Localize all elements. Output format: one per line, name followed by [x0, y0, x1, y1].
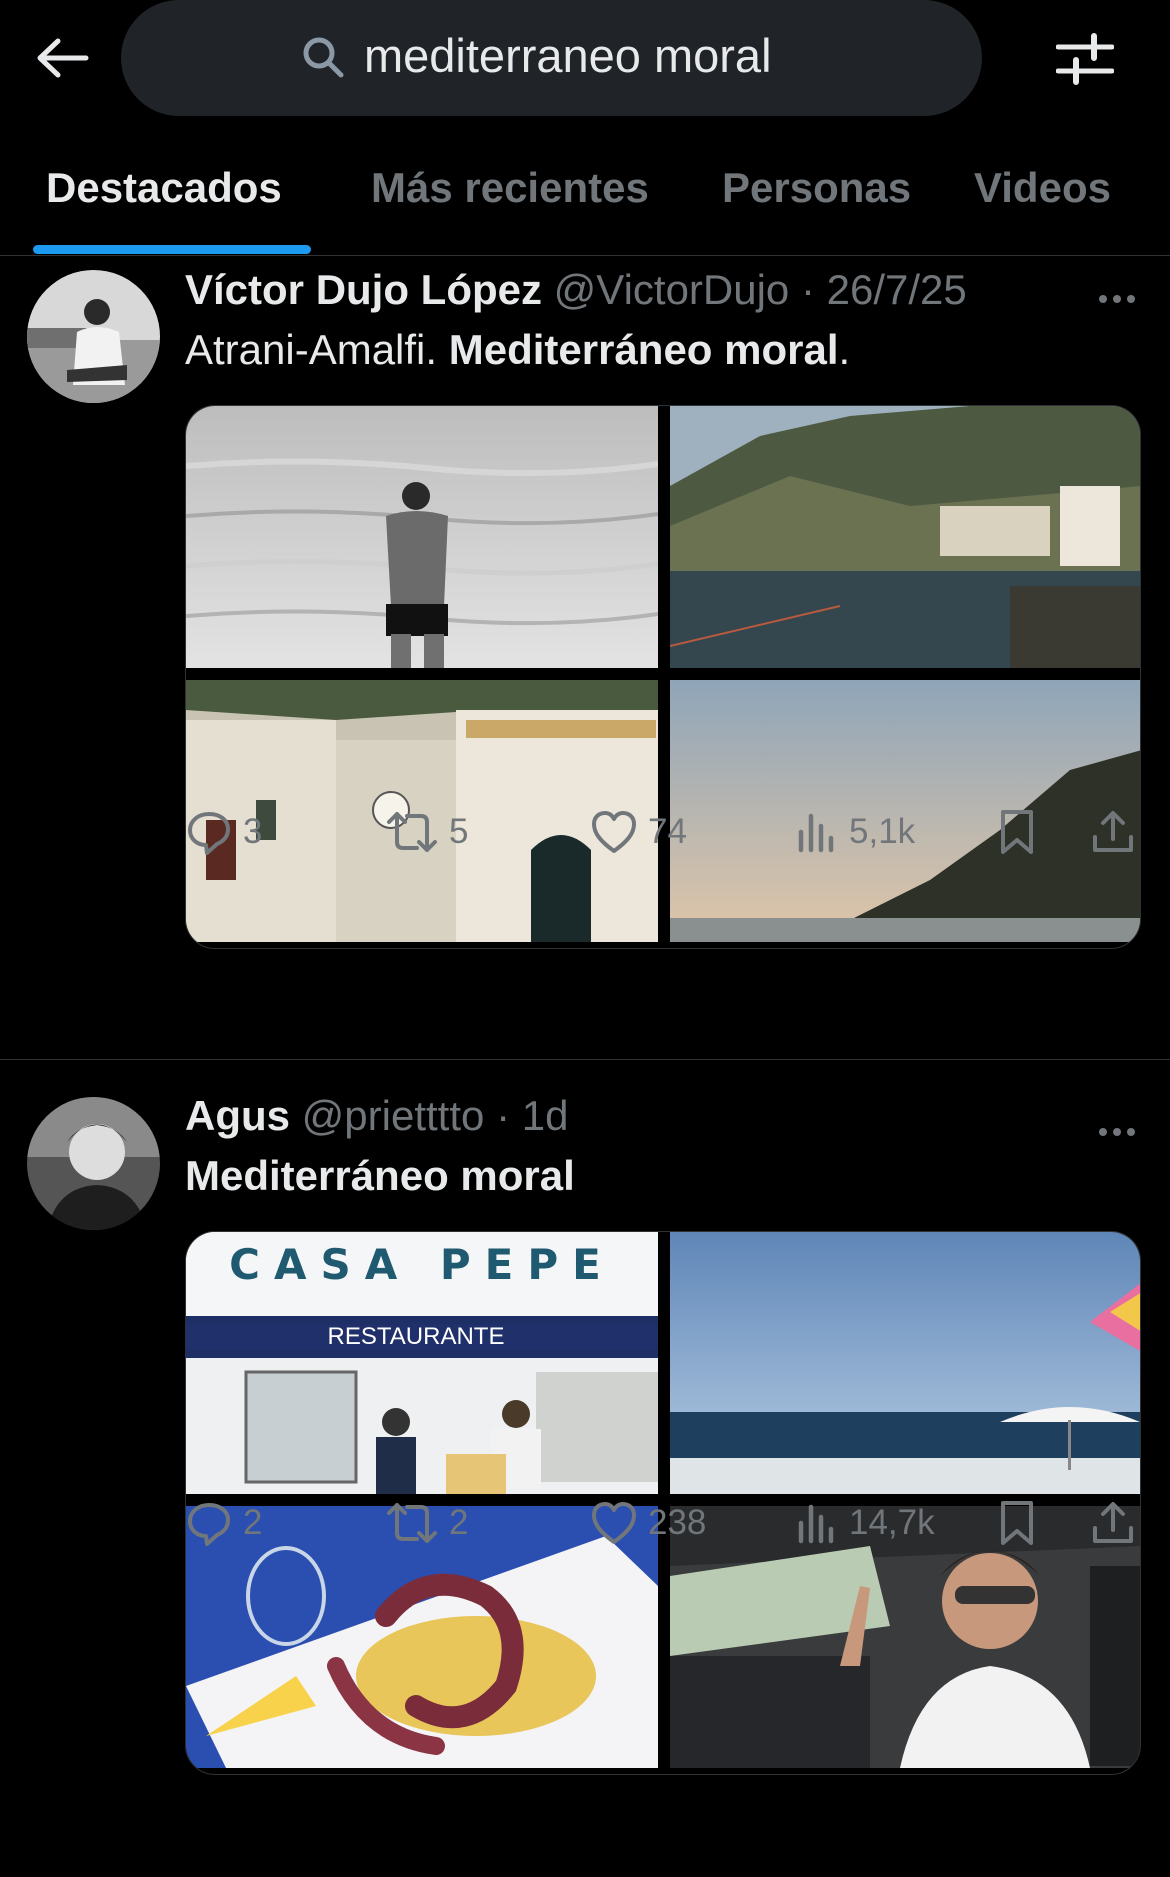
like-icon — [592, 811, 636, 853]
bookmark-icon — [1001, 810, 1033, 854]
more-dot — [1127, 1128, 1135, 1136]
tweet-header: Agus @prietttto · 1d — [185, 1092, 568, 1140]
like-button[interactable]: 238 — [590, 1493, 706, 1553]
back-button[interactable] — [28, 28, 96, 88]
tab-personas[interactable]: Personas — [722, 164, 911, 212]
like-button[interactable]: 74 — [590, 802, 687, 862]
tweet-media-grid — [185, 405, 1141, 949]
filter-sliders-icon — [1056, 33, 1114, 85]
more-options-button[interactable] — [1090, 284, 1144, 314]
handle[interactable]: @VictorDujo — [554, 266, 790, 313]
tab-destacados[interactable]: Destacados — [46, 164, 282, 212]
avatar[interactable] — [27, 1097, 160, 1230]
views-icon — [798, 1504, 834, 1544]
more-dot — [1127, 295, 1135, 303]
tweet-text-highlight: Mediterráneo moral — [448, 326, 839, 373]
repost-button[interactable]: 5 — [385, 802, 468, 862]
tweet[interactable]: Agus @prietttto · 1d Mediterráneo moral … — [0, 1061, 1170, 1877]
like-icon — [592, 1502, 636, 1544]
media-photo-beach[interactable] — [670, 1232, 1140, 1494]
repost-count: 2 — [449, 1503, 469, 1542]
tweet-date[interactable]: 1d — [522, 1092, 569, 1139]
active-tab-indicator — [33, 245, 311, 254]
avatar[interactable] — [27, 270, 160, 403]
reply-button[interactable]: 3 — [185, 802, 262, 862]
share-icon — [1093, 811, 1133, 852]
more-dot — [1113, 1128, 1121, 1136]
media-photo-swimmer[interactable] — [186, 406, 658, 668]
tweet-actions: 2 2 238 14,7k — [185, 1493, 1145, 1553]
more-dots-icon — [1099, 295, 1107, 303]
more-dot — [1113, 295, 1121, 303]
search-query[interactable]: mediterraneo moral — [364, 28, 772, 83]
tweet-text-tail: . — [838, 326, 851, 373]
reply-button[interactable]: 2 — [185, 1493, 262, 1553]
display-name[interactable]: Víctor Dujo López — [185, 266, 542, 313]
repost-icon — [387, 812, 437, 852]
media-photo-amalfi-coast[interactable] — [670, 406, 1140, 668]
like-count: 74 — [648, 812, 687, 851]
search-tabs: Destacados Más recientes Personas Videos — [0, 150, 1170, 256]
handle[interactable]: @prietttto — [302, 1092, 485, 1139]
sub-sign-text: RESTAURANTE — [328, 1323, 505, 1350]
reply-count: 3 — [243, 812, 263, 851]
separator-dot: · — [496, 1092, 511, 1139]
repost-icon — [387, 1503, 437, 1543]
like-count: 238 — [648, 1503, 707, 1542]
views-icon — [798, 813, 834, 853]
share-icon — [1093, 1502, 1133, 1543]
reply-icon — [188, 812, 230, 855]
tweet-text: Atrani-Amalfi. Mediterráneo moral. — [185, 326, 850, 374]
tweet-text-plain: Atrani-Amalfi. — [185, 326, 449, 373]
more-dots-icon — [1099, 1128, 1107, 1136]
separator-dot: · — [800, 266, 815, 313]
reply-count: 2 — [243, 1503, 263, 1542]
top-bar: mediterraneo moral — [0, 0, 1170, 118]
bookmark-button[interactable] — [997, 802, 1037, 862]
tab-mas-recientes[interactable]: Más recientes — [371, 164, 649, 212]
repost-count: 5 — [449, 812, 469, 851]
display-name[interactable]: Agus — [185, 1092, 290, 1139]
bookmark-button[interactable] — [997, 1493, 1037, 1553]
search-filter-button[interactable] — [1050, 28, 1120, 90]
tweet-text-highlight: Mediterráneo moral — [185, 1152, 575, 1199]
repost-button[interactable]: 2 — [385, 1493, 468, 1553]
sign-text: CASA PEPE — [229, 1240, 615, 1289]
back-arrow-icon — [37, 38, 89, 78]
share-button[interactable] — [1090, 1493, 1136, 1553]
tweet-text: Mediterráneo moral — [185, 1152, 575, 1200]
reply-icon — [188, 1503, 230, 1546]
views-button[interactable]: 5,1k — [795, 802, 915, 862]
tweet-date[interactable]: 26/7/25 — [827, 266, 967, 313]
views-count: 14,7k — [849, 1503, 935, 1542]
tweet-actions: 3 5 74 5,1k — [185, 802, 1145, 862]
share-button[interactable] — [1090, 802, 1136, 862]
tweet[interactable]: Víctor Dujo López @VictorDujo · 26/7/25 … — [0, 258, 1170, 1060]
views-button[interactable]: 14,7k — [795, 1493, 935, 1553]
search-icon — [303, 37, 344, 78]
more-options-button[interactable] — [1090, 1117, 1144, 1147]
views-count: 5,1k — [849, 812, 916, 851]
bookmark-icon — [1001, 1501, 1033, 1545]
tweet-header: Víctor Dujo López @VictorDujo · 26/7/25 — [185, 266, 967, 314]
tab-videos[interactable]: Videos — [974, 164, 1111, 212]
media-photo-restaurant[interactable]: CASA PEPE RESTAURANTE — [186, 1232, 658, 1494]
